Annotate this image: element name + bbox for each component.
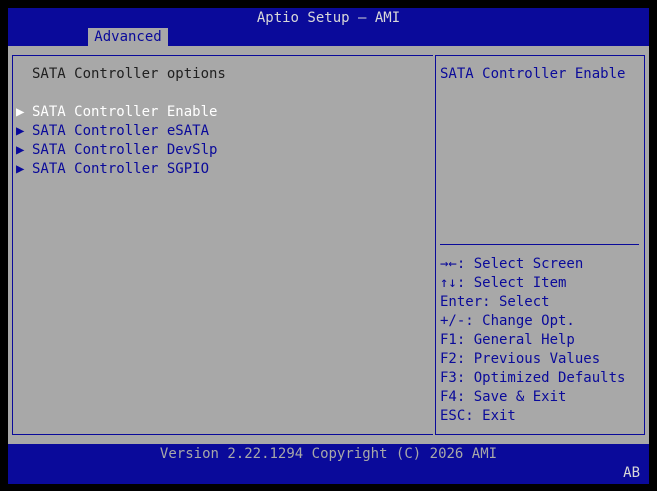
menu-item-label: SATA Controller Enable xyxy=(32,104,218,120)
help-description: SATA Controller Enable xyxy=(440,66,626,82)
status-indicator: AB xyxy=(623,465,640,481)
key-hint-save-exit: F4: Save & Exit xyxy=(440,389,567,405)
menu-item-label: SATA Controller DevSlp xyxy=(32,142,218,158)
submenu-arrow-icon: ▶ xyxy=(16,161,25,177)
key-hint-optimized-defaults: F3: Optimized Defaults xyxy=(440,370,626,386)
menu-item-label: SATA Controller SGPIO xyxy=(32,161,210,177)
version-text: Version 2.22.1294 Copyright (C) 2026 AMI xyxy=(159,446,498,462)
app-title: Aptio Setup – AMI xyxy=(256,10,401,26)
key-hint-enter: Enter: Select xyxy=(440,294,550,310)
footer-bar: Version 2.22.1294 Copyright (C) 2026 AMI… xyxy=(8,444,649,484)
key-hint-exit: ESC: Exit xyxy=(440,408,516,424)
page-title: SATA Controller options xyxy=(32,66,226,82)
key-hint-select-item: ↑↓: Select Item xyxy=(440,275,567,291)
key-hint-previous-values: F2: Previous Values xyxy=(440,351,601,367)
main-panel: SATA Controller options ▶ SATA Controller… xyxy=(8,46,649,444)
menu-item-sata-controller-sgpio[interactable]: ▶ SATA Controller SGPIO xyxy=(16,160,416,179)
key-hint-general-help: F1: General Help xyxy=(440,332,575,348)
submenu-arrow-icon: ▶ xyxy=(16,142,25,158)
menu-item-sata-controller-enable[interactable]: ▶ SATA Controller Enable xyxy=(16,103,416,122)
help-divider xyxy=(440,244,639,245)
submenu-arrow-icon: ▶ xyxy=(16,104,25,120)
key-hint-change-opt: +/-: Change Opt. xyxy=(440,313,575,329)
bios-screen: Aptio Setup – AMI Advanced SATA Controll… xyxy=(0,0,657,491)
menu-item-sata-controller-esata[interactable]: ▶ SATA Controller eSATA xyxy=(16,122,416,141)
tab-advanced[interactable]: Advanced xyxy=(88,28,168,46)
key-hint-select-screen: →←: Select Screen xyxy=(440,256,584,272)
submenu-arrow-icon: ▶ xyxy=(16,123,25,139)
header-bar: Aptio Setup – AMI Advanced xyxy=(8,8,649,46)
menu-item-label: SATA Controller eSATA xyxy=(32,123,210,139)
menu-item-sata-controller-devslp[interactable]: ▶ SATA Controller DevSlp xyxy=(16,141,416,160)
